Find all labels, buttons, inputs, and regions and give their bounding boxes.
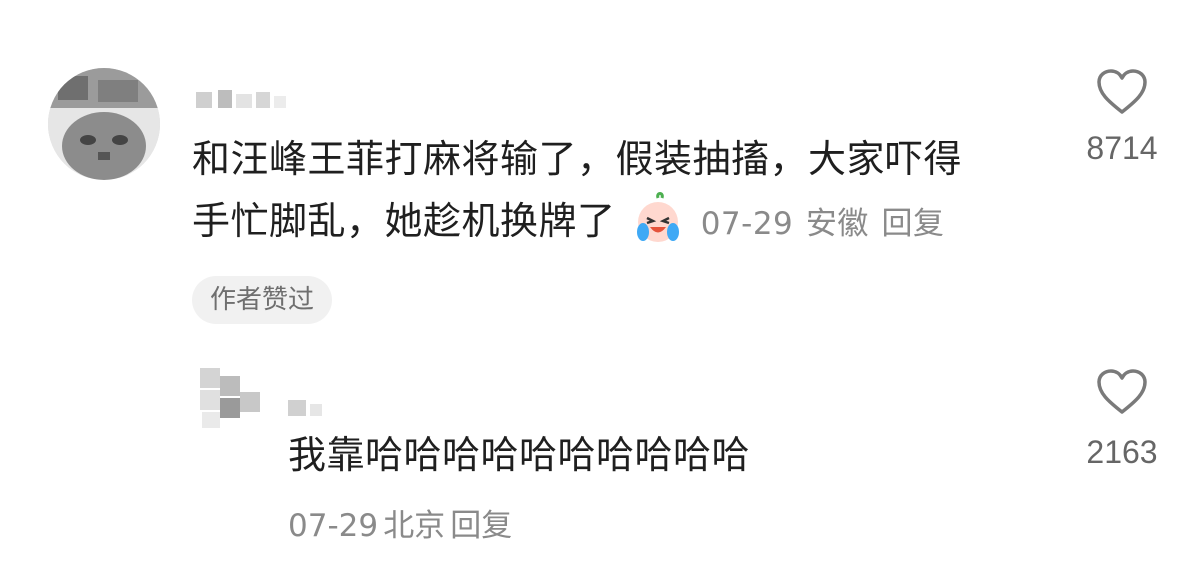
comment-location: 安徽 [805,206,869,242]
heart-icon[interactable] [1096,68,1148,116]
pixelated-username [288,400,322,416]
reply-button[interactable]: 回复 [881,206,944,242]
comment-line-2: 手忙脚乱，她趁机换牌了 07-29 安徽 回复 [192,190,1072,255]
reply-date: 07-29 [288,508,379,544]
comment-line-2-text: 手忙脚乱，她趁机换牌了 [192,199,616,243]
comment-line-1: 和汪峰王菲打麻将输了，假装抽搐，大家吓得 [192,137,963,181]
heart-icon[interactable] [1096,368,1148,416]
reply-avatar[interactable] [192,362,272,432]
like-count: 8714 [1086,130,1158,166]
comment-text: 和汪峰王菲打麻将输了，假装抽搐，大家吓得 手忙脚乱，她趁机换牌了 07-29 安… [192,128,1072,255]
reply-like-button[interactable]: 2163 [1067,368,1177,471]
username-blurred[interactable] [196,88,296,110]
reply-location: 北京 [383,508,446,544]
cat-avatar-image [48,68,160,180]
reply-meta: 07-29 北京 回复 [288,500,512,545]
reply-button[interactable]: 回复 [450,508,512,544]
avatar[interactable] [48,68,160,180]
reply-text: 我靠哈哈哈哈哈哈哈哈哈哈 [288,433,751,477]
like-count: 2163 [1086,434,1158,470]
pixelated-avatar [192,362,272,432]
laugh-cry-emoji-icon [637,192,680,242]
pixelated-username [196,90,286,108]
author-liked-badge: 作者赞过 [192,276,333,324]
like-button[interactable]: 8714 [1067,68,1177,167]
reply-username-blurred[interactable] [288,394,378,416]
comment-date: 07-29 [700,206,794,242]
